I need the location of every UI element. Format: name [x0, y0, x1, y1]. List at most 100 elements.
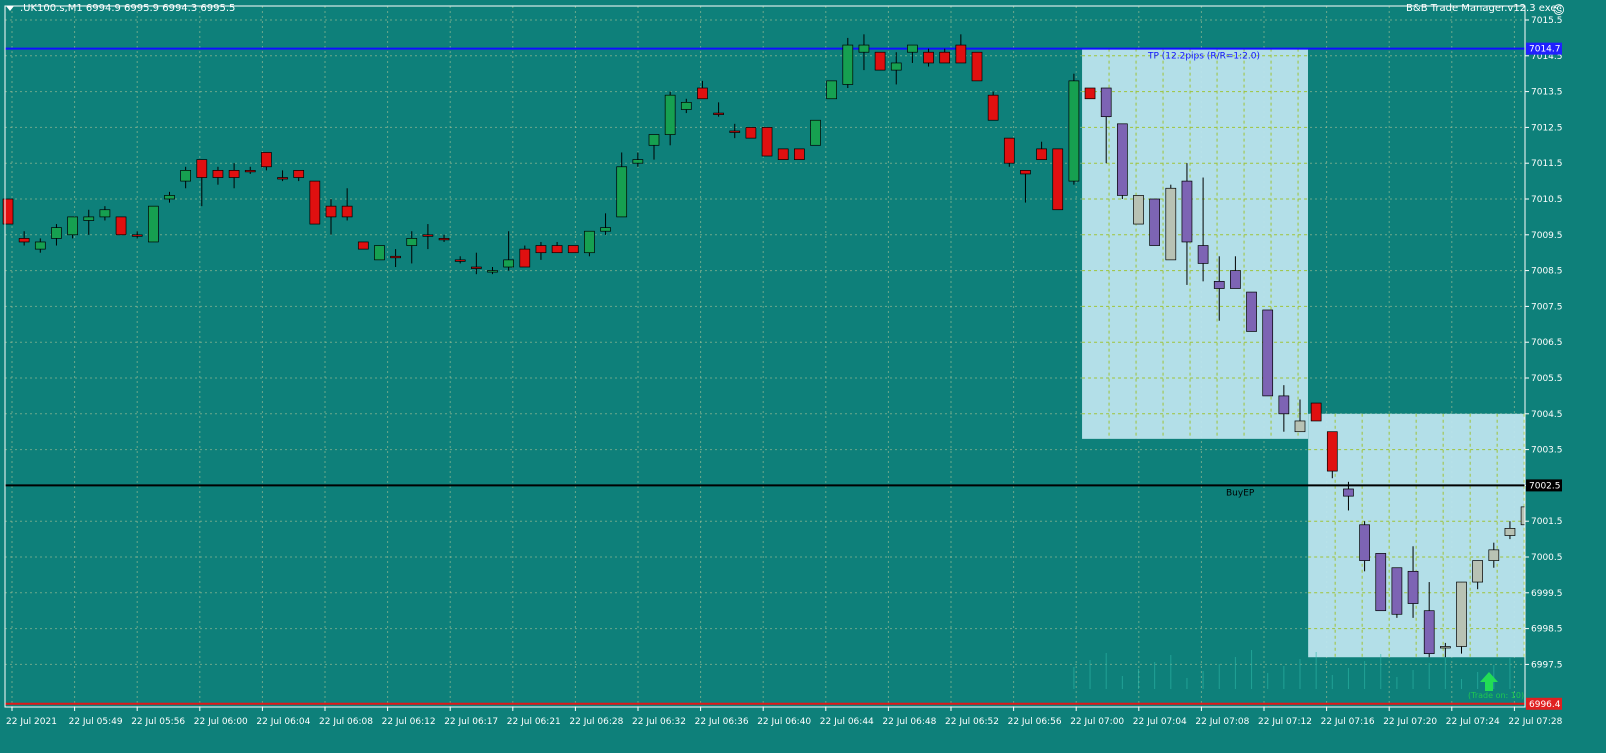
- x-tick-label: 22 Jul 06:48: [882, 717, 936, 727]
- candle-body: [131, 234, 143, 237]
- candle-body: [1181, 180, 1193, 243]
- volume-bar: [1121, 676, 1123, 689]
- volume-bar: [1186, 678, 1188, 689]
- volume-bar: [1234, 657, 1236, 689]
- candle-body: [180, 170, 191, 182]
- candle: [115, 216, 127, 236]
- candle: [567, 245, 579, 254]
- candle: [810, 119, 821, 146]
- candle-body: [406, 238, 418, 246]
- candle-body: [519, 248, 531, 268]
- time-scale-bg: [0, 707, 1606, 753]
- candle-body: [1294, 420, 1306, 433]
- candle: [1310, 402, 1322, 422]
- candle: [1246, 291, 1257, 332]
- tp-price-tag[interactable]: 7014.7: [1526, 42, 1562, 55]
- x-tick-label: 22 Jul 06:08: [319, 717, 373, 727]
- x-tick-label: 22 Jul 06:04: [256, 717, 310, 727]
- candle-body: [1246, 291, 1257, 332]
- sl-price-tag[interactable]: 6996.4: [1526, 697, 1562, 710]
- candle-body: [874, 51, 886, 71]
- candle-body: [471, 266, 482, 269]
- candle-body: [503, 259, 514, 268]
- candle-body: [1343, 488, 1354, 497]
- volume-bar: [1380, 654, 1382, 689]
- candle-body: [51, 227, 62, 239]
- price-chart[interactable]: TP (12.2pips (R/R=1:2.0)BuyEPSL (6.1pips…: [0, 0, 1606, 753]
- candle-body: [1230, 270, 1241, 289]
- candle-body: [1165, 187, 1177, 261]
- candle: [793, 148, 805, 160]
- dropdown-triangle-icon[interactable]: [6, 5, 14, 11]
- x-tick-label: 22 Jul 07:24: [1446, 717, 1500, 727]
- volume-bar: [1202, 671, 1204, 689]
- candle: [1133, 195, 1144, 225]
- candle-body: [1052, 148, 1064, 211]
- candle-body: [761, 127, 773, 157]
- volume-bar: [1396, 677, 1398, 689]
- candle-body: [1310, 402, 1322, 422]
- chart-window[interactable]: TP (12.2pips (R/R=1:2.0)BuyEPSL (6.1pips…: [0, 0, 1606, 753]
- candle-body: [390, 255, 401, 259]
- candle-body: [277, 177, 288, 180]
- candle-body: [83, 216, 95, 221]
- candle-body: [777, 148, 789, 160]
- y-tick-label: 6999.5: [1531, 589, 1563, 599]
- price-tag-label: 6996.4: [1529, 700, 1561, 710]
- x-tick-label: 22 Jul 07:28: [1508, 717, 1562, 727]
- candle-body: [1439, 646, 1451, 649]
- candle: [761, 127, 773, 157]
- candle-body: [680, 101, 692, 110]
- candle-body: [616, 166, 628, 218]
- entry-price-tag[interactable]: 7002.5: [1526, 479, 1562, 492]
- x-tick-label: 22 Jul 06:40: [757, 717, 811, 727]
- candle-body: [212, 170, 224, 178]
- candle-body: [1213, 280, 1225, 289]
- candle: [1326, 431, 1338, 479]
- candle: [1068, 73, 1080, 185]
- x-tick-label: 22 Jul 06:12: [382, 717, 436, 727]
- y-tick-label: 7012.5: [1531, 123, 1563, 133]
- x-tick-label: 22 Jul 07:20: [1383, 717, 1437, 727]
- expert-advisor-label: B&B Trade Manager.v12.3 exec: [1406, 3, 1562, 14]
- candle-body: [600, 227, 611, 232]
- trade-count-label: (Trade on: 10): [1468, 691, 1524, 700]
- candle-body: [1100, 87, 1112, 118]
- candle-body: [890, 62, 902, 71]
- candle-body: [939, 51, 951, 64]
- x-tick-label: 22 Jul 07:04: [1133, 717, 1187, 727]
- candle-body: [293, 170, 305, 178]
- x-tick-label: 22 Jul 06:32: [632, 717, 686, 727]
- candle-body: [826, 80, 838, 100]
- symbol-quote-text: .UK100.s,M1 6994.9 6995.9 6994.3 6995.5: [20, 3, 236, 14]
- volume-bar: [1105, 653, 1107, 689]
- candle: [1116, 123, 1128, 199]
- volume-bar: [1138, 669, 1139, 689]
- candle-body: [584, 230, 595, 254]
- candle-body: [1020, 170, 1031, 175]
- candle-body: [487, 270, 498, 273]
- y-tick-label: 7000.5: [1531, 553, 1563, 563]
- y-tick-label: 7011.5: [1531, 159, 1563, 169]
- candle-body: [923, 51, 934, 64]
- candle: [374, 245, 385, 261]
- volume-bar: [1251, 650, 1253, 689]
- candle: [148, 205, 159, 243]
- candle: [584, 230, 595, 257]
- candle-body: [341, 205, 353, 218]
- x-tick-label: 22 Jul 06:28: [569, 717, 623, 727]
- candle-body: [697, 87, 708, 100]
- x-tick-label: 22 Jul 06:21: [507, 717, 561, 727]
- y-tick-label: 7008.5: [1531, 267, 1563, 277]
- candle: [874, 51, 886, 71]
- symbol-header[interactable]: .UK100.s,M1 6994.9 6995.9 6994.3 6995.5: [6, 3, 235, 14]
- candle: [971, 51, 983, 82]
- candle-body: [632, 159, 644, 164]
- candle: [1052, 148, 1064, 211]
- candle: [357, 241, 369, 250]
- x-tick-label: 22 Jul 06:17: [444, 717, 498, 727]
- candle-body: [148, 205, 159, 243]
- volume-bar: [1267, 673, 1269, 689]
- candle-body: [1133, 195, 1144, 225]
- candle-body: [454, 259, 466, 262]
